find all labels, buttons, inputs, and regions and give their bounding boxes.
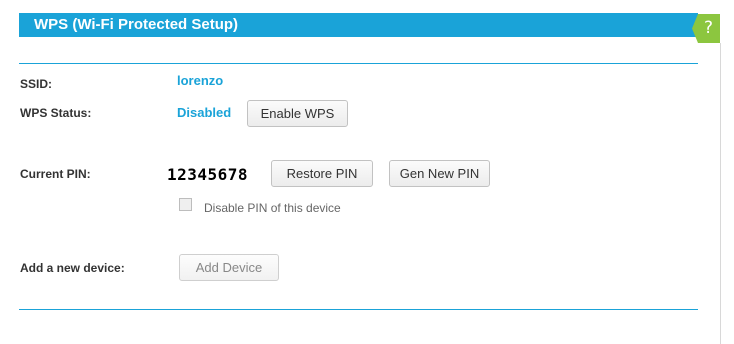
- right-divider: [720, 43, 721, 344]
- bottom-divider: [19, 309, 698, 310]
- current-pin-label: Current PIN:: [20, 167, 91, 181]
- restore-pin-button[interactable]: Restore PIN: [271, 160, 373, 187]
- ssid-value: lorenzo: [177, 73, 224, 88]
- current-pin-value: 12345678: [167, 165, 249, 184]
- top-divider: [19, 63, 698, 64]
- disable-pin-checkbox[interactable]: [179, 198, 192, 211]
- section-title: WPS (Wi-Fi Protected Setup): [34, 16, 239, 33]
- add-device-button[interactable]: Add Device: [179, 254, 279, 281]
- wps-status-label: WPS Status:: [20, 106, 92, 120]
- help-icon: ?: [704, 18, 714, 38]
- enable-wps-button[interactable]: Enable WPS: [247, 100, 348, 127]
- gen-new-pin-button[interactable]: Gen New PIN: [389, 160, 490, 187]
- disable-pin-label: Disable PIN of this device: [204, 201, 341, 215]
- section-header: WPS (Wi-Fi Protected Setup): [19, 13, 698, 37]
- wps-status-value: Disabled: [177, 105, 232, 120]
- ssid-label: SSID:: [20, 77, 53, 91]
- help-button[interactable]: ?: [692, 14, 720, 43]
- add-device-label: Add a new device:: [20, 261, 125, 275]
